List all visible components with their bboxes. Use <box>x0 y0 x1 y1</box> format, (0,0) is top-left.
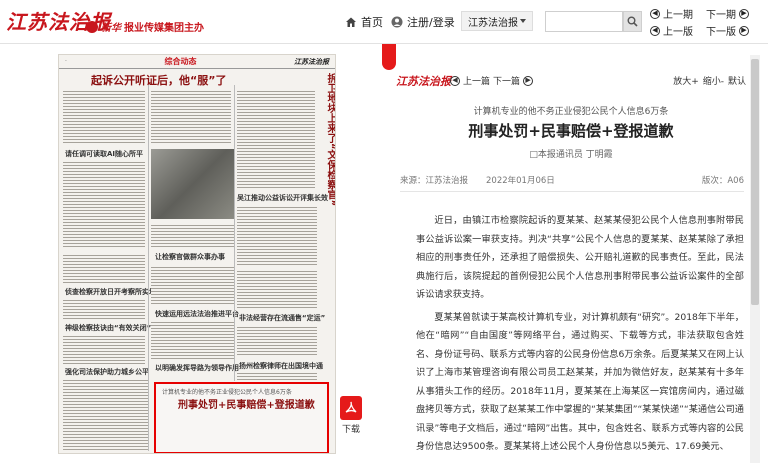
zoom-controls: 放大+ 缩小- 默认 <box>673 74 746 87</box>
newspaper-photo <box>151 149 235 219</box>
scrollbar-thumb[interactable] <box>751 59 759 305</box>
newspaper-text-block <box>63 378 149 452</box>
article-meta: 来源：江苏法治报 2022年01月06日 版次：A06 <box>400 174 744 192</box>
pdf-download-label: 下载 <box>341 425 360 435</box>
newspaper-text-block <box>237 89 315 189</box>
arrow-right-icon[interactable]: ▶ <box>523 75 534 86</box>
next-period-link[interactable]: 下一期 ▶ <box>706 6 749 21</box>
next-article-link[interactable]: 下一篇 <box>493 74 520 87</box>
zoom-out-button[interactable]: 缩小- <box>703 74 724 87</box>
article-paragraph: 夏某某曾就读于某高校计算机专业，对计算机颇有“研究”。2018年下半年，他在“暗… <box>416 311 744 453</box>
newspaper-text-block <box>63 298 145 320</box>
newspaper-section: 综合动态 <box>164 57 197 66</box>
newspaper-article-title[interactable]: 吴江推动公益诉讼开评集长效 <box>237 193 328 203</box>
newspaper-vertical-headline[interactable]: 拆卫地块上来了“文保检察官” <box>319 73 335 206</box>
newspaper-article-title[interactable]: 快速运用远法法治推进平台 <box>155 309 239 319</box>
newspaper-text-block <box>63 89 145 145</box>
article-nav: ◀ 上一篇 下一篇 ▶ <box>450 74 534 87</box>
prev-page-link[interactable]: ◀ 上一版 <box>650 23 693 38</box>
column-divider <box>148 85 149 451</box>
article-panel: 江苏法治报 ◀ 上一篇 下一篇 ▶ 放大+ 缩小- 默认 计算机专业的他不务正业… <box>396 60 746 463</box>
next-page-link[interactable]: 下一版 ▶ <box>706 23 749 38</box>
newspaper-page-image: · 综合动态 江苏法治报 起诉公开听证后，他“服”了 拆卫地块上来了“文保检察官… <box>58 54 336 454</box>
column-divider <box>234 85 235 381</box>
search-input[interactable] <box>545 11 623 32</box>
publisher-line: 新华 报业传媒集团主办 <box>86 19 204 34</box>
article-kicker: 计算机专业的他不务正业侵犯公民个人信息6万条 <box>473 107 669 117</box>
newspaper-text-block <box>237 269 317 309</box>
newspaper-text-block <box>63 334 145 364</box>
chevron-down-icon <box>520 19 526 23</box>
publisher-text: 报业传媒集团主办 <box>124 23 204 34</box>
article-body: 近日，由镇江市检察院起诉的夏某某、赵某某侵犯公民个人信息刑事附带民事公益诉讼案一… <box>416 212 744 461</box>
top-header: 江苏法治报 新华 报业传媒集团主办 首页 注册/登录 江苏法治报 ◀ 上一期 下 <box>0 0 768 44</box>
publisher-brand: 新华 <box>101 23 121 34</box>
newspaper-text-block <box>151 320 235 360</box>
page-collapse-tab[interactable] <box>382 44 396 70</box>
article-byline: □本报通讯员 丁明霞 <box>529 150 613 160</box>
article-title: 刑事处罚+民事赔偿+登报道歉 <box>468 122 674 140</box>
newspaper-text-block <box>151 89 231 145</box>
pdf-icon <box>340 396 362 420</box>
user-icon <box>391 16 403 28</box>
article-logo: 江苏法治报 <box>396 75 451 88</box>
article-date: 2022年01月06日 <box>486 176 555 186</box>
arrow-right-icon: ▶ <box>739 8 749 19</box>
selected-article-kicker: 计算机专业的他不务正业侵犯公民个人信息6万条 <box>162 389 292 396</box>
pdf-download-button[interactable]: 下载 <box>338 396 364 436</box>
newspaper-text-block <box>237 371 317 381</box>
prev-period-label: 上一期 <box>663 10 693 21</box>
home-icon <box>346 17 356 27</box>
arrow-left-icon: ◀ <box>650 25 660 36</box>
newspaper-article-title[interactable]: 请任调可读取AI随心所平 <box>65 149 143 159</box>
nav-home-label: 首页 <box>361 16 383 29</box>
newspaper-text-block <box>237 325 317 357</box>
next-page-label: 下一版 <box>706 27 736 38</box>
newspaper-article-title[interactable]: 让检察官做群众事办事 <box>155 252 225 262</box>
newspaper-issue-info: · <box>65 58 67 65</box>
article-scrollbar[interactable] <box>750 55 760 463</box>
prev-article-link[interactable]: 上一篇 <box>463 74 490 87</box>
search-button[interactable] <box>623 11 642 32</box>
zoom-default-button[interactable]: 默认 <box>728 74 746 87</box>
newspaper-text-block <box>151 265 235 305</box>
prev-period-link[interactable]: ◀ 上一期 <box>650 6 693 21</box>
newspaper-page-panel: · 综合动态 江苏法治报 起诉公开听证后，他“服”了 拆卫地块上来了“文保检察官… <box>0 44 382 463</box>
newspaper-headline[interactable]: 起诉公开听证后，他“服”了 <box>91 72 226 88</box>
newspaper-text-block <box>63 253 145 283</box>
edition-select[interactable]: 江苏法治报 <box>461 11 533 31</box>
newspaper-article-title[interactable]: 神级检察技诀由“有效关闭” <box>65 323 151 333</box>
newspaper-text-block <box>63 160 145 248</box>
newspaper-article-title[interactable]: 非法经营存在流通售“定运” <box>239 313 325 323</box>
newspaper-page-header: · 综合动态 江苏法治报 <box>59 55 335 69</box>
article-source: 来源：江苏法治报 <box>400 176 469 186</box>
edition-select-value: 江苏法治报 <box>468 17 518 29</box>
newspaper-article-title[interactable]: 侦查检察开放日开考察所实境 <box>65 287 156 297</box>
newspaper-article-title[interactable]: 扬州检察律师在出国境中通 <box>239 361 323 371</box>
arrow-left-icon: ◀ <box>650 8 660 19</box>
newspaper-masthead: 江苏法治报 <box>293 57 329 66</box>
zoom-in-button[interactable]: 放大+ <box>673 74 699 87</box>
selected-article-region[interactable]: 计算机专业的他不务正业侵犯公民个人信息6万条 刑事处罚+民事赔偿+登报道歉 <box>154 382 329 453</box>
nav-login-label: 注册/登录 <box>407 16 455 29</box>
newspaper-text-block <box>151 223 235 247</box>
selected-article-headline: 刑事处罚+民事赔偿+登报道歉 <box>178 400 315 411</box>
search-icon <box>627 16 638 27</box>
arrow-right-icon: ▶ <box>739 25 749 36</box>
nav-home-link[interactable]: 首页 <box>345 14 383 30</box>
newspaper-article-title[interactable]: 强化司法保护助力城乡公平 <box>65 367 149 377</box>
article-edition: 版次：A06 <box>701 176 744 186</box>
next-period-label: 下一期 <box>706 10 736 21</box>
article-paragraph: 近日，由镇江市检察院起诉的夏某某、赵某某侵犯公民个人信息刑事附带民事公益诉讼案一… <box>416 215 744 300</box>
newspaper-article-title[interactable]: 以明确发挥导路为领导作用 <box>155 363 239 373</box>
publisher-logo-icon <box>86 20 98 33</box>
prev-page-label: 上一版 <box>663 27 693 38</box>
newspaper-text-block <box>237 205 317 265</box>
arrow-left-icon[interactable]: ◀ <box>450 75 460 86</box>
nav-login-link[interactable]: 注册/登录 <box>391 14 455 30</box>
